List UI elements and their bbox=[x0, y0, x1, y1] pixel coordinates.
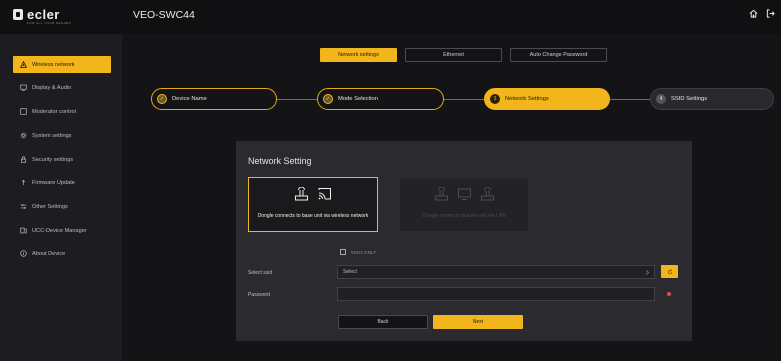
step-number-3: 3 bbox=[490, 94, 500, 104]
device-manager-icon bbox=[20, 227, 27, 234]
sidebar-item-moderator-control[interactable]: Moderator control bbox=[13, 103, 111, 120]
sidebar-item-label: Other Settings bbox=[32, 203, 68, 210]
router-icon bbox=[480, 187, 494, 201]
step-number-4: 4 bbox=[656, 94, 666, 104]
sidebar-item-about-device[interactable]: About Device bbox=[13, 245, 111, 262]
panel-title: Network Setting bbox=[248, 156, 312, 166]
back-button[interactable]: Back bbox=[338, 315, 428, 329]
ssid-select-value: Select bbox=[343, 269, 357, 275]
mode-card-wireless[interactable]: Dongle connects to base unit via wireles… bbox=[248, 177, 378, 232]
tab-network-settings[interactable]: Network settings bbox=[320, 48, 397, 62]
sidebar-item-security-settings[interactable]: Security settings bbox=[13, 151, 111, 168]
refresh-icon bbox=[667, 268, 672, 274]
logout-icon[interactable] bbox=[766, 9, 775, 18]
sidebar-item-label: System settings bbox=[32, 132, 72, 139]
sidebar: Wireless network Display & Audio Moderat… bbox=[0, 34, 122, 361]
lock-icon bbox=[21, 156, 26, 163]
upload-icon bbox=[21, 179, 26, 185]
step-label: Device Name bbox=[172, 96, 207, 102]
cast-icon bbox=[318, 188, 331, 200]
step-label: Mode Selection bbox=[338, 96, 378, 102]
logo-mark bbox=[13, 9, 23, 20]
password-label: Password bbox=[248, 292, 270, 298]
sidebar-item-label: Moderator control bbox=[32, 108, 76, 115]
sidebar-item-other-settings[interactable]: Other Settings bbox=[13, 198, 111, 215]
info-icon bbox=[20, 250, 27, 257]
ecler-logo: ecler bbox=[13, 7, 60, 22]
ssid-select[interactable]: Select bbox=[337, 265, 655, 279]
sliders-icon bbox=[20, 204, 27, 209]
step-label: SSID Settings bbox=[671, 96, 708, 102]
tab-auto-change-password[interactable]: Auto Change Password bbox=[510, 48, 607, 62]
wifi-icon bbox=[20, 61, 27, 68]
step-connector bbox=[444, 99, 484, 100]
step-label: Network Settings bbox=[505, 96, 549, 102]
device-title: VEO-SWC44 bbox=[133, 9, 195, 21]
check-icon: ✓ bbox=[157, 94, 167, 104]
sidebar-item-firmware-update[interactable]: Firmware Update bbox=[13, 174, 111, 191]
step-device-name[interactable]: ✓ Device Name bbox=[151, 88, 277, 110]
monitor-icon bbox=[457, 188, 471, 200]
tab-label: Network settings bbox=[338, 52, 379, 58]
logo-text: ecler bbox=[27, 7, 60, 22]
sidebar-item-ucc-device-manager[interactable]: UCC-Device Manager bbox=[13, 222, 111, 239]
mode-card-lan[interactable]: Dongle connects to base unit via LAN bbox=[399, 177, 529, 232]
step-ssid-settings[interactable]: 4 SSID Settings bbox=[650, 88, 774, 110]
sidebar-item-label: About Device bbox=[32, 250, 66, 257]
chevron-right-icon bbox=[646, 270, 649, 275]
mode-description: Dongle connects to base unit via wireles… bbox=[257, 213, 369, 219]
password-input[interactable] bbox=[337, 287, 655, 301]
tab-label: Ethernet bbox=[443, 52, 464, 58]
next-button[interactable]: Next bbox=[433, 315, 523, 329]
sidebar-item-label: UCC-Device Manager bbox=[32, 227, 87, 234]
tab-label: Auto Change Password bbox=[529, 52, 588, 58]
sidebar-item-label: Firmware Update bbox=[32, 179, 75, 186]
logo-subtitle: FOR ALL YOUR SENSES bbox=[27, 21, 72, 25]
sidebar-item-label: Security settings bbox=[32, 156, 74, 163]
refresh-ssid-button[interactable] bbox=[661, 265, 678, 278]
sidebar-item-display-audio[interactable]: Display & Audio bbox=[13, 79, 111, 96]
top-bar: ecler FOR ALL YOUR SENSES VEO-SWC44 bbox=[0, 0, 781, 34]
tab-ethernet[interactable]: Ethernet bbox=[405, 48, 502, 62]
mode-description: Dongle connects to base unit via LAN bbox=[422, 213, 506, 219]
router-icon bbox=[295, 187, 308, 201]
home-icon[interactable] bbox=[749, 9, 758, 18]
checkbox-label: 5GHz ONLY bbox=[351, 249, 377, 255]
sidebar-item-label: Wireless network bbox=[32, 61, 75, 68]
five-ghz-only-option[interactable]: 5GHz ONLY bbox=[340, 249, 376, 255]
step-mode-selection[interactable]: ✓ Mode Selection bbox=[317, 88, 444, 110]
step-connector bbox=[277, 99, 317, 100]
step-connector bbox=[610, 99, 650, 100]
display-icon bbox=[20, 84, 27, 91]
five-ghz-only-checkbox[interactable] bbox=[340, 249, 346, 255]
step-network-settings[interactable]: 3 Network Settings bbox=[484, 88, 610, 110]
sidebar-item-wireless-network[interactable]: Wireless network bbox=[13, 56, 111, 73]
check-icon: ✓ bbox=[323, 94, 333, 104]
sidebar-item-system-settings[interactable]: System settings bbox=[13, 127, 111, 144]
select-ssid-label: Select ssid bbox=[248, 270, 273, 276]
router-icon bbox=[434, 187, 448, 201]
required-indicator bbox=[667, 292, 671, 296]
gear-icon bbox=[20, 132, 27, 139]
window-icon bbox=[20, 108, 27, 115]
network-setting-panel: Network Setting Dongle connects to base … bbox=[236, 141, 692, 341]
sidebar-item-label: Display & Audio bbox=[32, 84, 72, 91]
